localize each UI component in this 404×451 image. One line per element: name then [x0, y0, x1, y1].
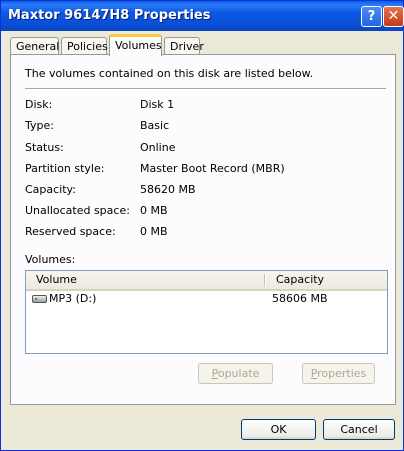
field-value: Basic	[140, 119, 170, 132]
tab-policies[interactable]: Policies	[61, 37, 108, 55]
divider	[25, 88, 386, 90]
field-label: Capacity:	[25, 183, 76, 196]
cancel-button[interactable]: Cancel	[323, 419, 395, 440]
field-label: Partition style:	[25, 162, 105, 175]
intro-text: The volumes contained on this disk are l…	[25, 67, 314, 80]
help-button[interactable]: ?	[361, 6, 382, 27]
populate-button[interactable]: Populate	[198, 363, 273, 384]
tab-driver[interactable]: Driver	[164, 37, 204, 55]
list-item[interactable]: MP3 (D:) 58606 MB	[31, 292, 381, 308]
field-value: Disk 1	[140, 98, 175, 111]
field-label: Reserved space:	[25, 225, 116, 238]
field-value: 0 MB	[140, 225, 168, 238]
title-bar[interactable]: Maxtor 96147H8 Properties ? ✕	[1, 1, 404, 31]
volumes-panel: The volumes contained on this disk are l…	[10, 54, 396, 405]
close-button[interactable]: ✕	[383, 6, 404, 27]
field-label: Type:	[25, 119, 54, 132]
volume-capacity: 58606 MB	[272, 292, 328, 305]
field-label: Status:	[25, 141, 64, 154]
window-title: Maxtor 96147H8 Properties	[8, 8, 211, 23]
field-value: Online	[140, 141, 176, 154]
column-header-volume[interactable]: Volume	[36, 273, 77, 286]
properties-window: Maxtor 96147H8 Properties ? ✕ General Po…	[0, 0, 404, 451]
list-header: Volume Capacity	[26, 271, 387, 291]
button-label: roperties	[317, 367, 367, 380]
volumes-list[interactable]: Volume Capacity MP3 (D:) 58606 MB	[25, 270, 388, 354]
tab-volumes[interactable]: Volumes	[109, 34, 162, 56]
help-icon: ?	[367, 9, 376, 24]
field-label: Disk:	[25, 98, 53, 111]
field-value: Master Boot Record (MBR)	[140, 162, 285, 175]
field-value: 58620 MB	[140, 183, 196, 196]
drive-icon	[32, 295, 47, 303]
ok-button[interactable]: OK	[241, 419, 316, 440]
volumes-label: Volumes:	[25, 253, 76, 266]
tab-general[interactable]: General	[10, 37, 59, 55]
field-label: Unallocated space:	[25, 204, 130, 217]
close-icon: ✕	[387, 8, 400, 24]
volume-name: MP3 (D:)	[49, 292, 97, 305]
column-header-capacity[interactable]: Capacity	[276, 273, 324, 286]
properties-button[interactable]: Properties	[302, 363, 375, 384]
column-divider[interactable]	[264, 274, 266, 287]
field-value: 0 MB	[140, 204, 168, 217]
button-label: opulate	[217, 367, 260, 380]
